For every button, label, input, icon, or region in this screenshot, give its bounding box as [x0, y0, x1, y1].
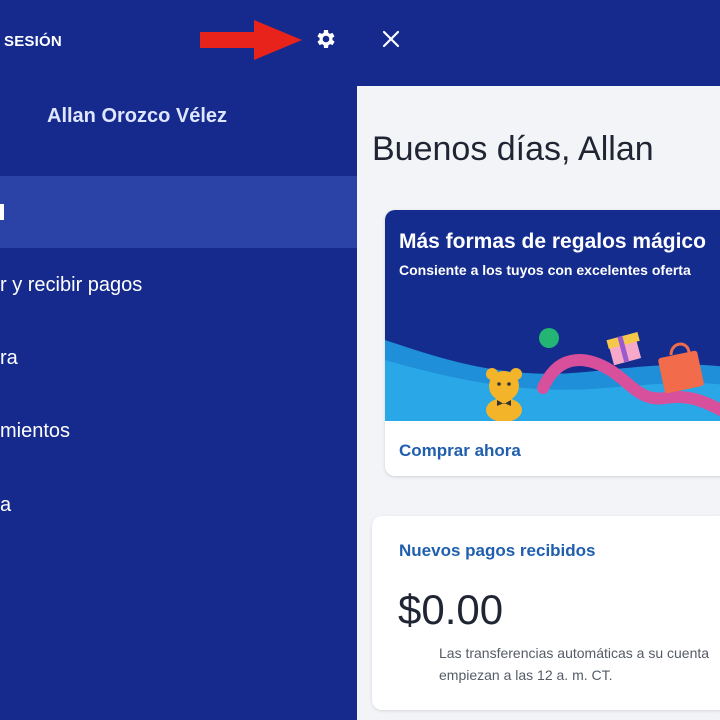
- logout-button[interactable]: SESIÓN: [4, 33, 62, 50]
- greeting-title: Buenos días, Allan: [372, 130, 654, 168]
- sidebar-item-label: mientos: [0, 419, 71, 442]
- gift-box-icon: [606, 331, 642, 366]
- promo-banner: Más formas de regalos mágico Consiente a…: [385, 210, 720, 421]
- sidebar-item-3[interactable]: ra: [0, 322, 357, 394]
- user-name: Allan Orozco Vélez: [47, 105, 228, 127]
- sidebar-item-active[interactable]: [0, 176, 357, 248]
- gifts-illustration: [385, 328, 720, 421]
- shopping-bag-icon: [658, 342, 704, 394]
- promo-card[interactable]: Más formas de regalos mágico Consiente a…: [385, 210, 720, 476]
- payments-card-title[interactable]: Nuevos pagos recibidos: [399, 541, 596, 561]
- sidebar-item-label: ra: [0, 346, 18, 369]
- annotation-arrow-icon: [200, 20, 302, 60]
- promo-title: Más formas de regalos mágico: [399, 230, 706, 253]
- payments-card: Nuevos pagos recibidos $0.00 Las transfe…: [372, 516, 720, 710]
- shop-now-link[interactable]: Comprar ahora: [399, 441, 521, 461]
- sidebar-item-5[interactable]: a: [0, 469, 357, 541]
- sidebar-item-label: a: [0, 493, 12, 516]
- gear-icon[interactable]: [313, 27, 337, 51]
- transfer-note-line1: Las transferencias automáticas a su cuen…: [439, 645, 710, 661]
- close-icon[interactable]: [380, 28, 402, 50]
- balance-amount: $0.00: [398, 586, 504, 633]
- sidebar-item-label: r y recibir pagos: [0, 273, 143, 296]
- promo-subtitle: Consiente a los tuyos con excelentes ofe…: [399, 262, 691, 278]
- active-item-marker: [0, 204, 4, 220]
- sidebar-item-payments[interactable]: r y recibir pagos: [0, 249, 357, 321]
- top-bar: SESIÓN: [0, 0, 720, 86]
- main-panel: Buenos días, Allan Más formas de regalos…: [357, 86, 720, 720]
- sidebar: Allan Orozco Vélez r y recibir pagos ra …: [0, 86, 357, 720]
- transfer-note-line2: empiezan a las 12 a. m. CT.: [439, 667, 613, 683]
- sidebar-item-4[interactable]: mientos: [0, 395, 357, 467]
- transfer-note: Las transferencias automáticas a su cuen…: [439, 642, 720, 686]
